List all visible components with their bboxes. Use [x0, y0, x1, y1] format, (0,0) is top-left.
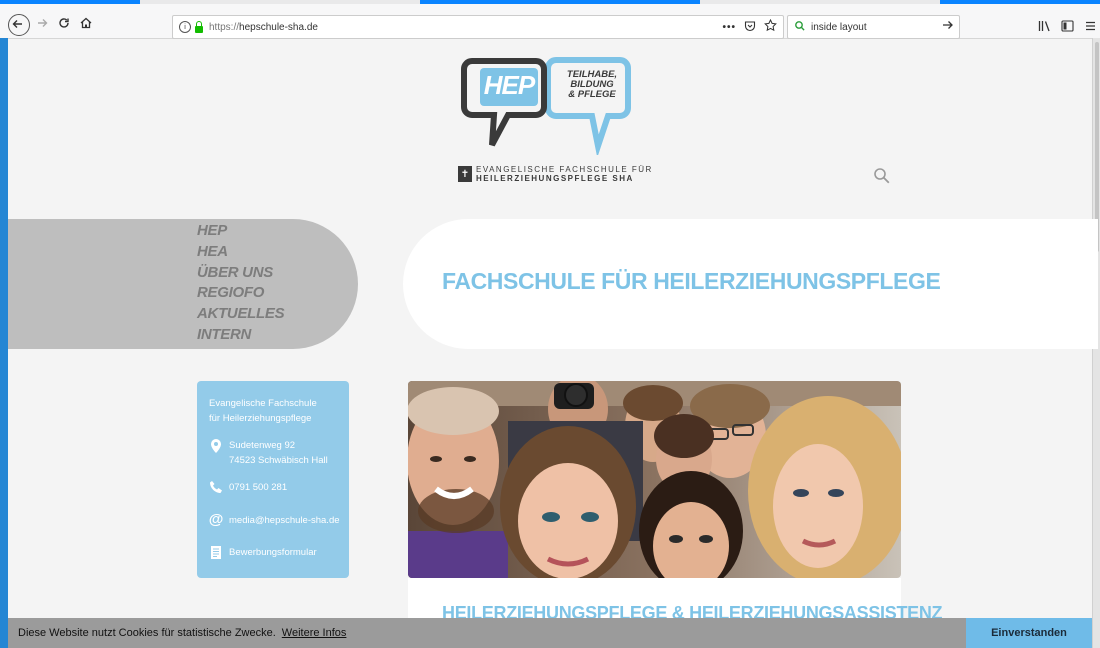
site-search-icon[interactable] [873, 167, 891, 190]
contact-box: Evangelische Fachschule für Heilerziehun… [197, 381, 349, 578]
bookmark-star-icon[interactable] [764, 18, 777, 35]
page-actions-button[interactable]: ••• [722, 22, 736, 33]
arrow-right-icon [943, 21, 953, 29]
cookie-more-info-link[interactable]: Weitere Infos [282, 627, 347, 639]
nav-item-regiofo[interactable]: REGIOFO [197, 283, 284, 304]
sidebar-toggle-button[interactable] [1061, 19, 1074, 37]
sidebar-icon [1061, 20, 1074, 32]
nav-item-aktuelles[interactable]: AKTUELLES [197, 304, 285, 325]
map-pin-icon [209, 438, 223, 454]
subtitle-line-2: HEILERZIEHUNGSPFLEGE SHA [476, 174, 634, 183]
at-sign-icon: @ [208, 511, 224, 528]
nav-item-intern[interactable]: INTERN [197, 325, 284, 346]
phone-icon [209, 480, 223, 494]
cookie-banner: Diese Website nutzt Cookies für statisti… [8, 618, 966, 648]
contact-street: Sudetenweg 92 [229, 440, 296, 451]
info-icon[interactable]: i [179, 21, 191, 33]
cross-icon: ✝ [458, 166, 472, 182]
school-subtitle: ✝ EVANGELISCHE FACHSCHULE FÜR HEILERZIEH… [458, 165, 653, 183]
contact-address: Sudetenweg 92 74523 Schwäbisch Hall [209, 438, 328, 468]
search-go-button[interactable] [942, 18, 954, 37]
tab-strip [0, 0, 1100, 4]
students-group-photo [408, 381, 901, 578]
search-engine-icon [794, 20, 806, 35]
back-arrow-icon [7, 13, 29, 35]
search-bar[interactable]: inside layout [787, 15, 960, 39]
cookie-text: Diese Website nutzt Cookies für statisti… [18, 627, 276, 639]
contact-email[interactable]: @ media@hepschule-sha.de [208, 511, 340, 528]
cookie-accept-button[interactable]: Einverstanden [966, 618, 1092, 648]
contact-city: 74523 Schwäbisch Hall [229, 455, 328, 466]
library-icon [1038, 21, 1050, 32]
page-title: FACHSCHULE FÜR HEILERZIEHUNGSPFLEGE [442, 268, 941, 294]
forward-arrow-icon [38, 19, 48, 27]
library-button[interactable] [1038, 19, 1052, 37]
nav-item-hea[interactable]: HEA [197, 242, 284, 263]
logo-hep-text: HEP [483, 70, 535, 100]
window-frame [0, 38, 8, 648]
main-navigation-background [8, 219, 358, 349]
reload-icon [59, 18, 69, 28]
contact-application-form[interactable]: Bewerbungsformular [209, 545, 317, 560]
pocket-icon[interactable] [744, 20, 756, 35]
nav-item-hep[interactable]: HEP [197, 221, 284, 242]
document-icon [209, 545, 223, 560]
search-query: inside layout [811, 21, 867, 33]
nav-item-ueber-uns[interactable]: ÜBER UNS [197, 263, 284, 284]
subtitle-line-1: EVANGELISCHE FACHSCHULE FÜR [476, 165, 653, 174]
site-logo[interactable]: HEP TEILHABE, BILDUNG & PFLEGE [460, 55, 640, 158]
hamburger-icon [1086, 21, 1095, 31]
contact-phone[interactable]: 0791 500 281 [209, 480, 287, 495]
home-icon [80, 17, 92, 29]
lock-icon [195, 20, 203, 33]
reload-button[interactable] [53, 12, 75, 34]
forward-button[interactable] [31, 12, 53, 34]
menu-button[interactable] [1085, 19, 1096, 37]
url-text: https://hepschule-sha.de [209, 21, 318, 33]
home-button[interactable] [75, 12, 97, 34]
url-bar[interactable]: i https://hepschule-sha.de ••• [172, 15, 784, 39]
contact-title: Evangelische Fachschule für Heilerziehun… [209, 398, 317, 424]
logo-tagline: TEILHABE, BILDUNG & PFLEGE [566, 69, 618, 100]
main-navigation: HEP HEA ÜBER UNS REGIOFO AKTUELLES INTER… [197, 221, 285, 346]
